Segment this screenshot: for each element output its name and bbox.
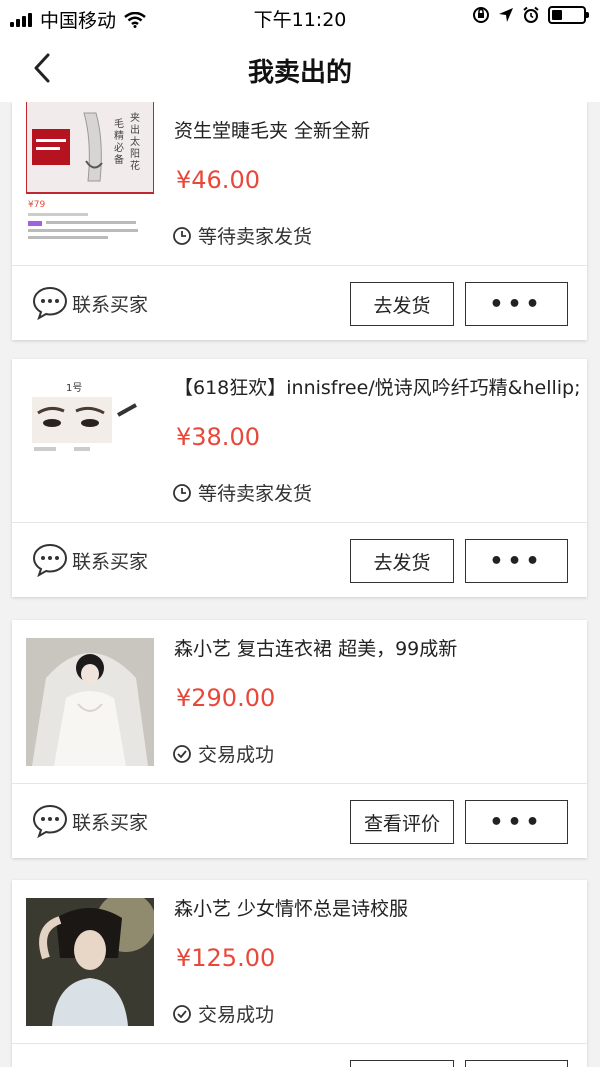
product-title: 森小艺 少女情怀总是诗校服 [174,898,409,920]
product-thumbnail [26,898,154,1026]
contact-buyer-label: 联系买家 [72,550,149,573]
svg-text:¥79: ¥79 [28,200,45,210]
order-list[interactable]: 毛 精 必 备 夹 出 太 阳 花 ¥79 资生堂睫毛夹 全新全新 ¥46.00… [0,102,600,1067]
svg-text:花: 花 [130,159,140,172]
order-status-text: 交易成功 [198,1004,275,1026]
product-title: 森小艺 复古连衣裙 超美，99成新 [174,638,458,660]
product-thumbnail: 毛 精 必 备 夹 出 太 阳 花 ¥79 [26,102,154,248]
order-item[interactable]: 毛 精 必 备 夹 出 太 阳 花 ¥79 资生堂睫毛夹 全新全新 ¥46.00… [12,102,587,265]
product-image [26,638,154,766]
order-card: 毛 精 必 备 夹 出 太 阳 花 ¥79 资生堂睫毛夹 全新全新 ¥46.00… [12,102,587,340]
order-actions: 联系买家 查看评价 ••• [12,783,587,858]
check-circle-icon [173,1004,191,1023]
svg-text:夹: 夹 [130,111,140,124]
contact-buyer-button[interactable]: 联系买家 [32,543,148,577]
order-status-text: 等待卖家发货 [198,226,313,248]
product-title: 资生堂睫毛夹 全新全新 [174,120,371,142]
ship-button[interactable]: 去发货 [350,539,454,583]
order-item[interactable]: 森小艺 复古连衣裙 超美，99成新 ¥290.00 交易成功 [12,620,587,783]
page-title: 我卖出的 [247,58,352,88]
product-title: 【618狂欢】innisfree/悦诗风吟纤巧精&hellip; [174,377,581,399]
svg-text:备: 备 [114,153,124,166]
order-status: 等待卖家发货 [172,479,312,506]
order-item[interactable]: 1号 【618狂欢】innisfree/悦诗风吟纤巧精&hellip; ¥38.… [12,359,587,522]
location-icon [499,8,513,22]
more-button[interactable]: ••• [465,282,568,326]
more-button[interactable]: ••• [465,539,568,583]
order-status: 等待卖家发货 [172,222,312,249]
product-image: 毛 精 必 备 夹 出 太 阳 花 ¥79 [26,102,154,239]
nav-bar: 我卖出的 [0,34,600,102]
contact-buyer-label: 联系买家 [72,811,149,834]
order-item[interactable]: 森小艺 少女情怀总是诗校服 ¥125.00 交易成功 [12,880,587,1043]
product-image [26,898,154,1026]
svg-text:1号: 1号 [66,382,82,394]
action-button[interactable] [350,1060,454,1067]
svg-text:太: 太 [130,135,140,148]
contact-buyer-button[interactable]: 联系买家 [32,804,148,838]
orientation-lock-icon [473,7,489,23]
status-bar: 中国移动 下午11:20 [0,0,600,34]
alarm-icon [523,6,539,23]
order-actions: 联系买家 去发货 ••• [12,265,587,340]
chat-bubble-icon [32,286,68,320]
chat-bubble-icon [32,804,68,838]
svg-text:毛: 毛 [114,118,124,130]
battery-icon [548,6,589,24]
order-card: 1号 【618狂欢】innisfree/悦诗风吟纤巧精&hellip; ¥38.… [12,359,587,597]
view-review-button[interactable]: 查看评价 [350,800,454,844]
chat-bubble-icon [32,543,68,577]
order-status-text: 等待卖家发货 [198,483,313,505]
product-image: 1号 [32,382,137,451]
product-price: ¥290.00 [176,684,276,712]
ship-button[interactable]: 去发货 [350,282,454,326]
contact-buyer-button[interactable]: 联系买家 [32,286,148,320]
status-bar-right [464,6,589,24]
product-thumbnail: 1号 [26,377,154,505]
order-status: 交易成功 [172,740,274,767]
contact-buyer-label: 联系买家 [72,293,149,316]
order-actions [12,1043,587,1067]
product-price: ¥46.00 [176,166,260,194]
svg-text:必: 必 [114,141,124,154]
check-circle-icon [173,744,191,763]
product-thumbnail [26,638,154,766]
order-status-text: 交易成功 [198,744,275,766]
product-price: ¥125.00 [176,944,276,972]
order-status: 交易成功 [172,1000,274,1027]
product-price: ¥38.00 [176,423,260,451]
svg-text:精: 精 [114,129,124,142]
order-card: 森小艺 少女情怀总是诗校服 ¥125.00 交易成功 [12,880,587,1067]
order-actions: 联系买家 去发货 ••• [12,522,587,597]
svg-text:出: 出 [130,123,140,136]
more-button[interactable] [465,1060,568,1067]
order-card: 森小艺 复古连衣裙 超美，99成新 ¥290.00 交易成功 联系买家 查看评价… [12,620,587,858]
svg-text:阳: 阳 [130,148,140,160]
clock-icon [173,226,191,245]
clock-icon [173,483,191,502]
more-button[interactable]: ••• [465,800,568,844]
